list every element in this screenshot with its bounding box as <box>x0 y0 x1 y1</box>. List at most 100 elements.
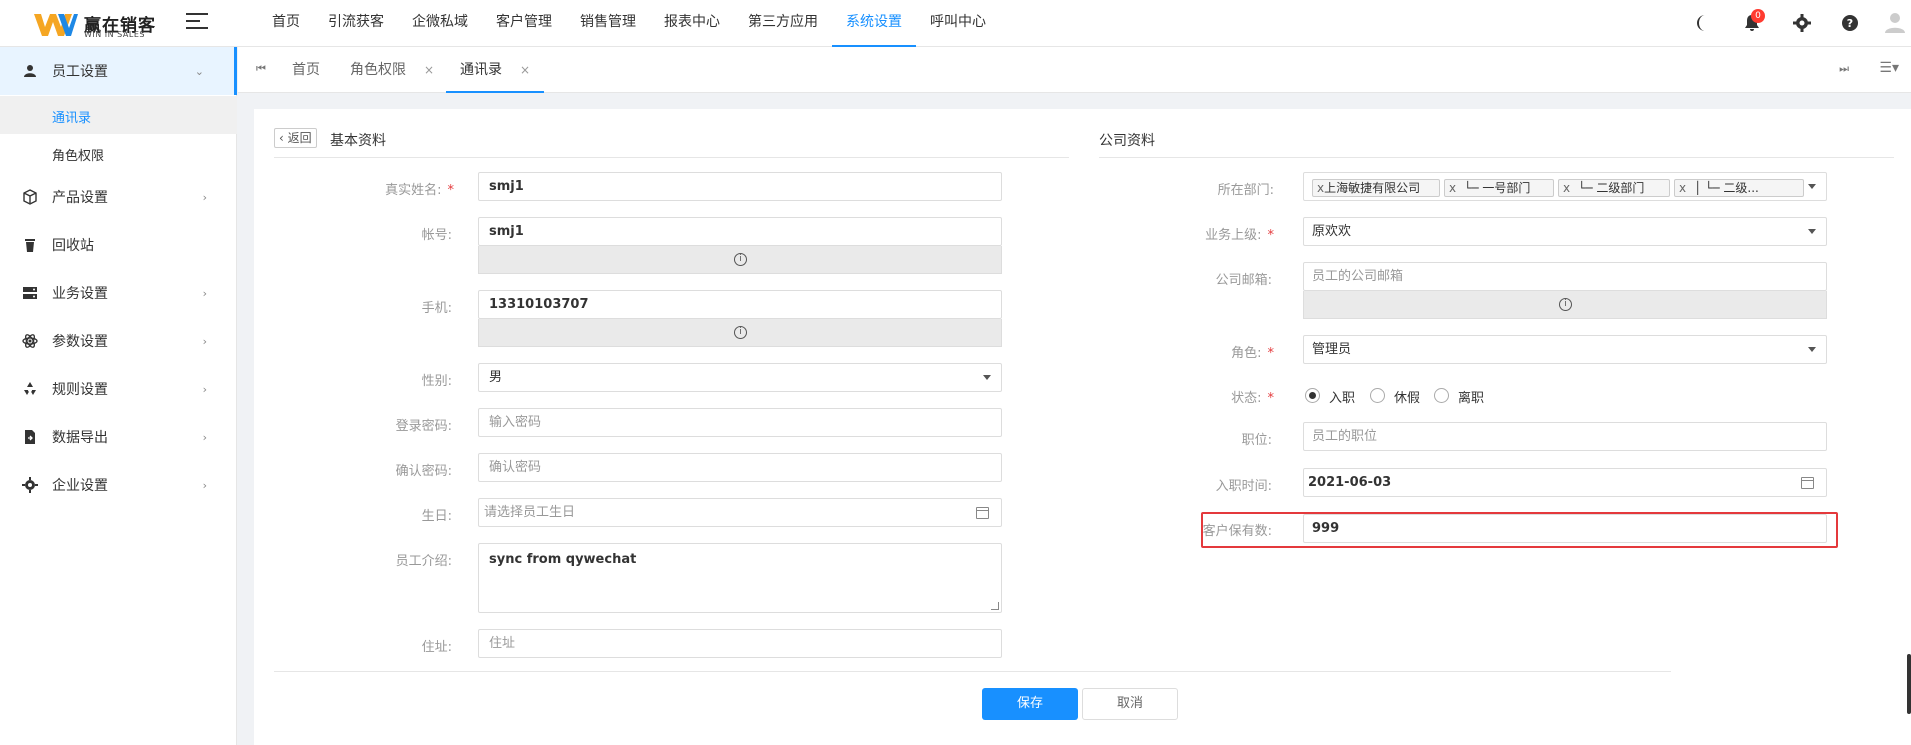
sidebar-item-label: 员工设置 <box>52 64 108 80</box>
gender-select[interactable]: 男 <box>478 363 1002 392</box>
department-tag[interactable]: x └─ 一号部门 <box>1444 179 1554 197</box>
info-icon[interactable]: i <box>734 326 747 339</box>
tab-contacts[interactable]: 通讯录 × <box>446 47 545 93</box>
department-tag[interactable]: x └─ 二级部门 <box>1558 179 1670 197</box>
save-button[interactable]: 保存 <box>982 688 1078 720</box>
tab-role-permissions[interactable]: 角色权限 × <box>350 47 434 93</box>
tag-label: │ └─ 二级... <box>1694 181 1759 195</box>
calendar-icon[interactable] <box>1801 477 1814 489</box>
info-icon[interactable]: i <box>734 253 747 266</box>
gear-icon <box>22 477 38 493</box>
intro-value: sync from qywechat <box>489 552 637 567</box>
phone-input[interactable]: 13310103707 <box>478 290 1002 319</box>
notification-bell-icon[interactable]: 0 <box>1741 9 1765 34</box>
sidebar-item-data-export[interactable]: 数据导出 › <box>0 413 237 461</box>
position-input[interactable]: 员工的职位 <box>1303 422 1827 451</box>
tab-home[interactable]: 首页 <box>292 47 320 93</box>
sidebar-item-staff-settings[interactable]: 员工设置 ⌄ <box>0 47 237 95</box>
status-radio-leave[interactable] <box>1370 388 1385 403</box>
close-icon[interactable]: × <box>520 63 530 77</box>
sidebar-item-product-settings[interactable]: 产品设置 › <box>0 173 237 221</box>
menu-toggle-icon[interactable] <box>186 13 208 33</box>
sidebar: 员工设置 ⌄ 通讯录 角色权限 产品设置 › 回收站 业务设置 › 参数设置 ›… <box>0 47 237 745</box>
main-content: ‹ 返回 基本资料 公司资料 真实姓名: * smj1 帐号: smj1 i 手机… <box>254 109 1911 745</box>
sidebar-item-recycle-bin[interactable]: 回收站 <box>0 221 237 269</box>
notification-badge: 0 <box>1751 9 1765 23</box>
topnav-reports[interactable]: 报表中心 <box>650 0 734 47</box>
tag-label: 上海敏捷有限公司 <box>1324 181 1421 195</box>
superior-select[interactable]: 原欢欢 <box>1303 217 1827 246</box>
calendar-icon[interactable] <box>976 507 989 519</box>
intro-textarea[interactable]: sync from qywechat <box>478 543 1002 613</box>
join-date-value: 2021-06-03 <box>1308 475 1392 490</box>
company-email-input[interactable]: 员工的公司邮箱 <box>1303 262 1827 291</box>
sidebar-subitem-contacts[interactable]: 通讯录 <box>0 96 237 134</box>
tab-menu-icon[interactable]: ☰▾ <box>1879 60 1899 76</box>
sidebar-subitem-role-permissions[interactable]: 角色权限 <box>0 134 237 172</box>
sidebar-item-enterprise-settings[interactable]: 企业设置 › <box>0 461 237 509</box>
role-select[interactable]: 管理员 <box>1303 335 1827 364</box>
status-radio-active[interactable] <box>1305 388 1320 403</box>
department-tag[interactable]: x上海敏捷有限公司 <box>1312 179 1440 197</box>
tab-bar: ⏮ 首页 角色权限 × 通讯录 × ⏭ ☰▾ <box>238 47 1911 93</box>
back-button[interactable]: ‹ 返回 <box>274 128 317 148</box>
topnav-call-center[interactable]: 呼叫中心 <box>916 0 1000 47</box>
password-input[interactable]: 输入密码 <box>478 408 1002 437</box>
gender-value: 男 <box>489 370 503 385</box>
address-label: 住址: <box>421 640 452 655</box>
customer-limit-label: 客户保有数: <box>1202 524 1272 539</box>
birthday-label: 生日: <box>421 509 452 524</box>
gear-icon[interactable] <box>1791 12 1813 34</box>
department-select[interactable]: x上海敏捷有限公司 x └─ 一号部门 x └─ 二级部门 x │ └─ 二级... <box>1303 172 1827 201</box>
tag-label: └─ 一号部门 <box>1464 181 1531 195</box>
sidebar-item-parameter-settings[interactable]: 参数设置 › <box>0 317 237 365</box>
company-email-label: 公司邮箱: <box>1215 273 1272 288</box>
birthday-input[interactable]: 请选择员工生日 <box>478 498 1002 527</box>
logo-mark-icon <box>34 14 78 36</box>
join-date-input[interactable]: 2021-06-03 <box>1303 468 1827 497</box>
topnav-wecom[interactable]: 企微私域 <box>398 0 482 47</box>
real-name-input[interactable]: smj1 <box>478 172 1002 201</box>
sidebar-item-business-settings[interactable]: 业务设置 › <box>0 269 237 317</box>
chevron-left-icon: ‹ <box>279 131 284 145</box>
box-icon <box>23 189 37 205</box>
account-input[interactable]: smj1 <box>478 217 1002 246</box>
close-icon[interactable]: × <box>424 63 434 77</box>
info-icon[interactable]: i <box>1559 298 1572 311</box>
top-bar: 赢在销客 WIN IN SALES 首页 引流获客 企微私域 客户管理 销售管理… <box>0 0 1911 47</box>
birthday-placeholder: 请选择员工生日 <box>484 505 576 520</box>
company-info-header: 公司资料 <box>1099 128 1894 158</box>
status-radio-resigned[interactable] <box>1434 388 1449 403</box>
sidebar-item-rule-settings[interactable]: 规则设置 › <box>0 365 237 413</box>
customer-limit-input[interactable]: 999 <box>1303 514 1827 543</box>
sidebar-item-label: 参数设置 <box>52 334 108 350</box>
tag-remove-icon[interactable]: x <box>1449 181 1456 195</box>
topnav-system-settings[interactable]: 系统设置 <box>832 0 916 47</box>
topnav-sales[interactable]: 销售管理 <box>566 0 650 47</box>
resize-handle-icon[interactable] <box>991 602 999 610</box>
logo[interactable]: 赢在销客 WIN IN SALES <box>34 9 164 39</box>
tab-scroll-left-icon[interactable]: ⏮ <box>256 62 266 76</box>
back-label: 返回 <box>287 131 312 145</box>
confirm-password-input[interactable]: 确认密码 <box>478 453 1002 482</box>
chevron-right-icon: › <box>202 382 207 396</box>
gender-label: 性别: <box>421 374 452 389</box>
address-input[interactable]: 住址 <box>478 629 1002 658</box>
avatar-icon[interactable] <box>1883 10 1907 34</box>
top-nav: 首页 引流获客 企微私域 客户管理 销售管理 报表中心 第三方应用 系统设置 呼… <box>258 0 1000 47</box>
topnav-apps[interactable]: 第三方应用 <box>734 0 832 47</box>
topnav-home[interactable]: 首页 <box>258 0 314 47</box>
scrollbar-thumb[interactable] <box>1907 654 1911 714</box>
tag-remove-icon[interactable]: x <box>1563 181 1570 195</box>
department-tag[interactable]: x │ └─ 二级... <box>1674 179 1804 197</box>
topnav-leads[interactable]: 引流获客 <box>314 0 398 47</box>
superior-value: 原欢欢 <box>1312 224 1352 239</box>
tab-scroll-right-icon[interactable]: ⏭ <box>1839 62 1849 76</box>
tag-remove-icon[interactable]: x <box>1679 181 1686 195</box>
moon-icon[interactable] <box>1693 12 1715 34</box>
cancel-button[interactable]: 取消 <box>1082 688 1178 720</box>
chevron-right-icon: › <box>202 190 207 204</box>
help-icon[interactable]: ? <box>1839 12 1861 34</box>
topnav-customers[interactable]: 客户管理 <box>482 0 566 47</box>
svg-text:?: ? <box>1847 17 1853 30</box>
